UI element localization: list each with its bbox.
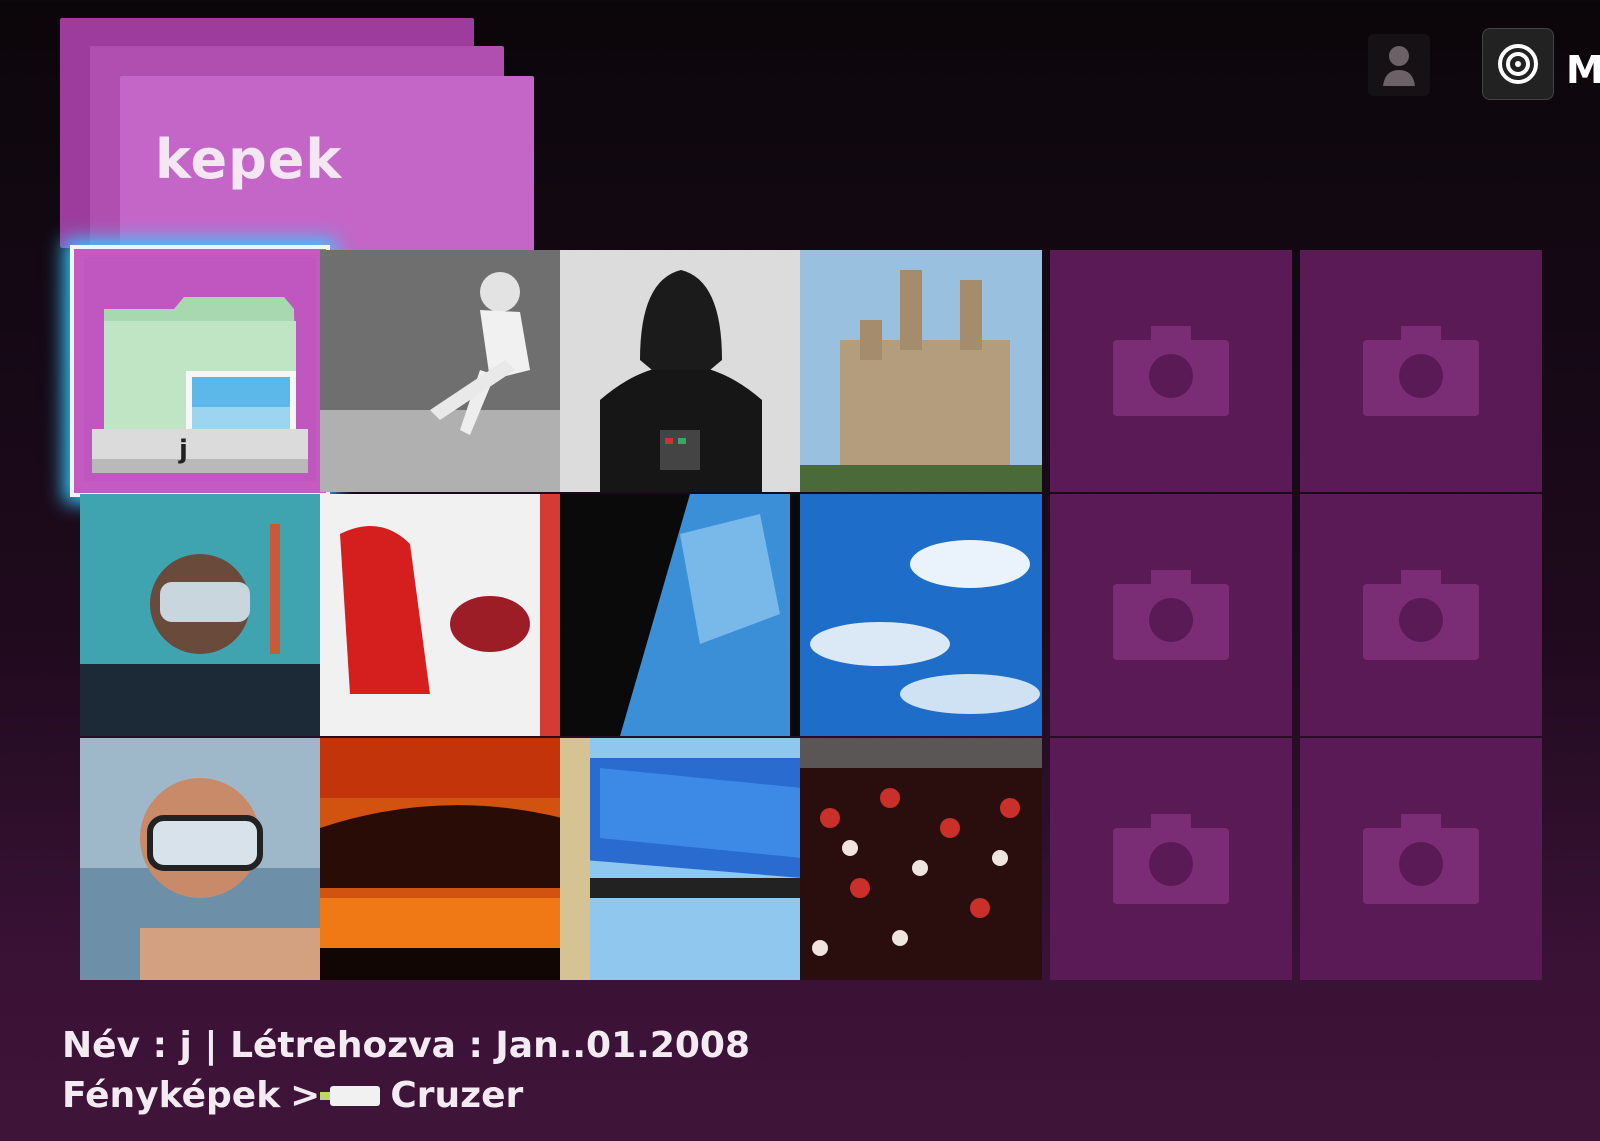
camera-icon (1363, 326, 1479, 416)
camera-icon (1363, 570, 1479, 660)
photo-placeholder[interactable] (1300, 738, 1542, 980)
breadcrumb-root[interactable]: Fényképek (62, 1075, 280, 1116)
photo-placeholder[interactable] (1050, 494, 1292, 736)
photo-diver-image (80, 494, 322, 736)
photo-crowd-image (800, 738, 1042, 980)
folder-label: j (179, 435, 188, 465)
photo-darth-vader[interactable] (560, 250, 802, 492)
photo-footballer-image (320, 250, 562, 492)
user-profile-button[interactable] (1368, 34, 1430, 96)
folder-title: kepek (155, 128, 343, 191)
selected-folder-tile[interactable]: j (70, 245, 330, 497)
photo-darth-vader-image (560, 250, 802, 492)
photo-sunset-image (320, 738, 562, 980)
photo-footballer[interactable] (320, 250, 562, 492)
photo-sky-window-image (560, 494, 802, 736)
created-label: Létrehozva (230, 1025, 456, 1066)
created-value: Jan..01.2008 (495, 1025, 751, 1066)
photo-red-jacket-image (320, 494, 562, 736)
photo-diver[interactable] (80, 494, 322, 736)
item-info: Név : j | Létrehozva : Jan..01.2008 (62, 1025, 751, 1066)
photo-placeholder[interactable] (1300, 494, 1542, 736)
photo-red-jacket[interactable] (320, 494, 562, 736)
photo-blue-roof-image (560, 738, 802, 980)
folder-header: kepek (60, 18, 540, 258)
photo-sunset[interactable] (320, 738, 562, 980)
camera-icon (1113, 570, 1229, 660)
breadcrumb-device[interactable]: Cruzer (390, 1075, 523, 1116)
photo-sky-window[interactable] (560, 494, 802, 736)
photo-snorkeler-image (80, 738, 322, 980)
user-icon (1383, 46, 1415, 86)
name-label: Név (62, 1025, 141, 1066)
settings-button[interactable] (1482, 28, 1554, 100)
usb-drive-icon (320, 1085, 381, 1106)
photo-placeholder[interactable] (1050, 738, 1292, 980)
photo-placeholder[interactable] (1050, 250, 1292, 492)
top-right-label: M (1566, 48, 1600, 92)
name-value: j (179, 1025, 192, 1066)
camera-icon (1113, 326, 1229, 416)
photo-placeholder[interactable] (1300, 250, 1542, 492)
photo-cathedral-image (800, 250, 1042, 492)
photo-clouds-image (800, 494, 1042, 736)
breadcrumb: Fényképek > Cruzer (62, 1075, 524, 1116)
photo-cathedral[interactable] (800, 250, 1042, 492)
photo-blue-roof[interactable] (560, 738, 802, 980)
target-icon (1498, 44, 1538, 84)
photo-clouds[interactable] (800, 494, 1042, 736)
photo-snorkeler[interactable] (80, 738, 322, 980)
camera-icon (1113, 814, 1229, 904)
camera-icon (1363, 814, 1479, 904)
folder-icon (84, 257, 316, 481)
photo-crowd[interactable] (800, 738, 1042, 980)
